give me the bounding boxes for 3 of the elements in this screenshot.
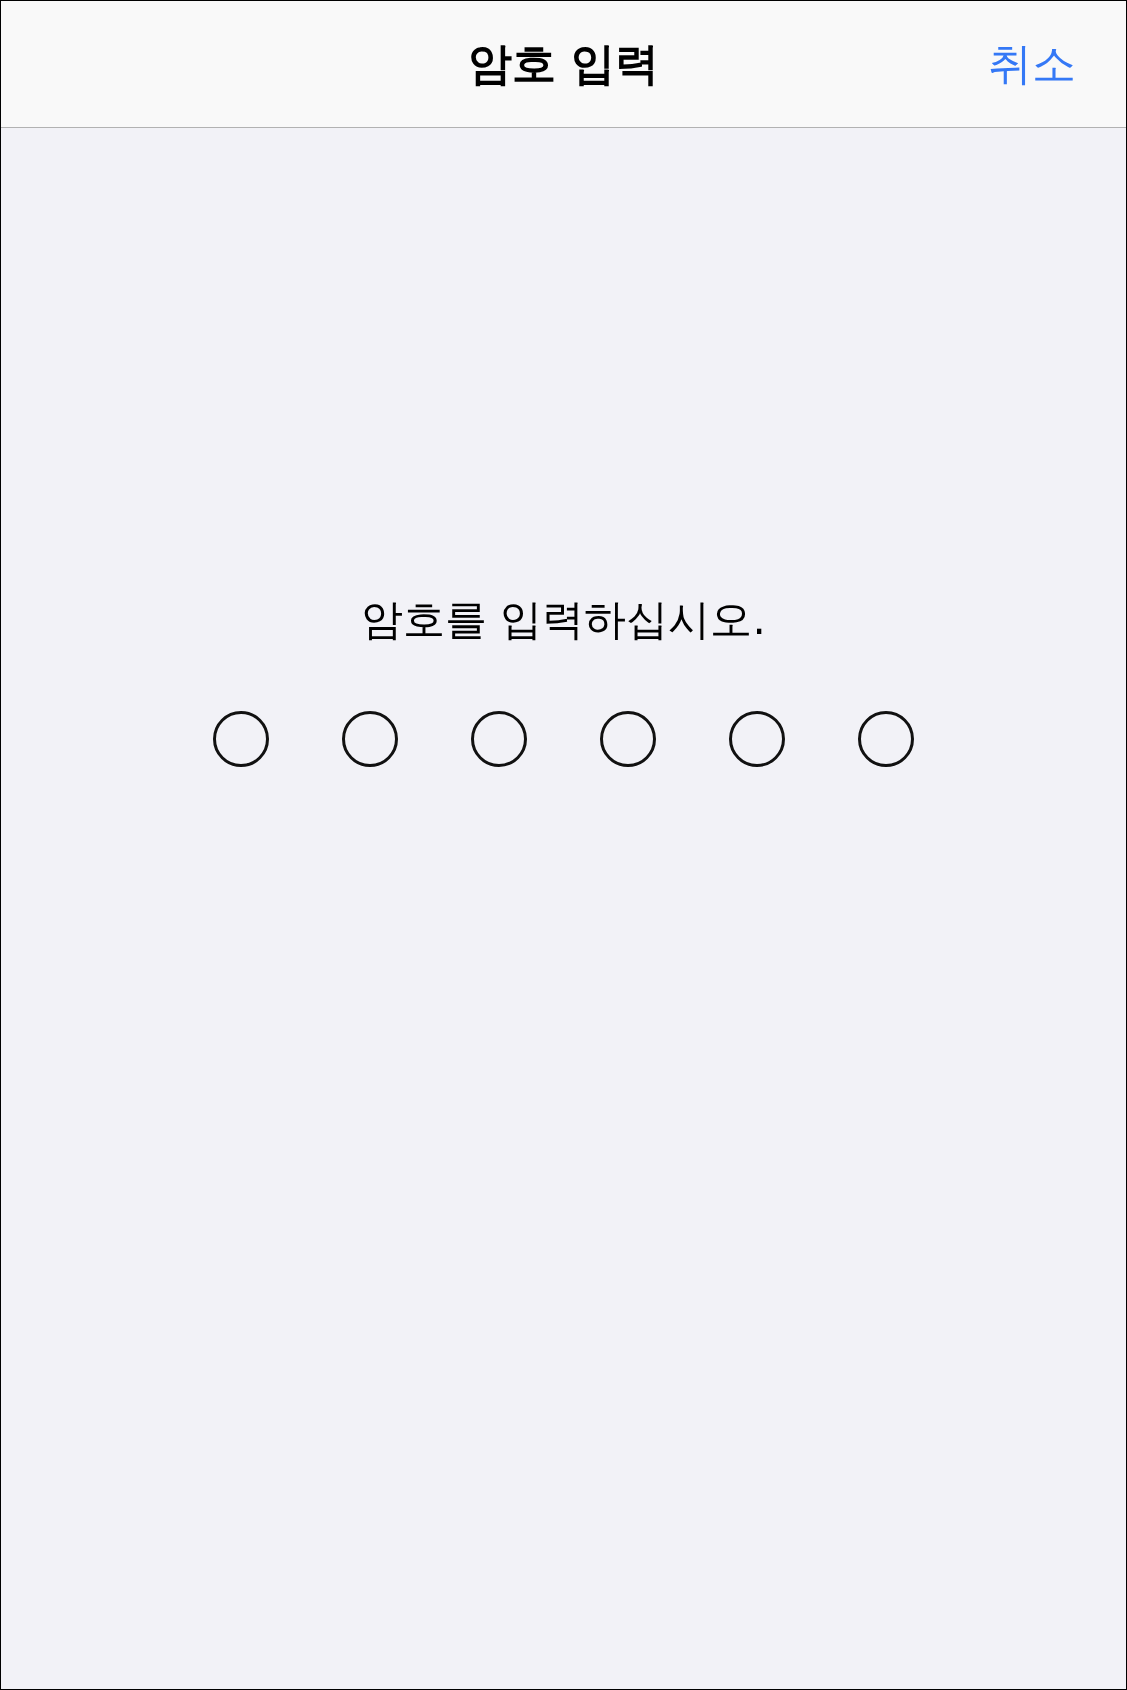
cancel-button[interactable]: 취소 — [988, 31, 1076, 97]
nav-title: 암호 입력 — [467, 37, 660, 91]
passcode-prompt: 암호를 입력하십시오. — [360, 594, 767, 646]
